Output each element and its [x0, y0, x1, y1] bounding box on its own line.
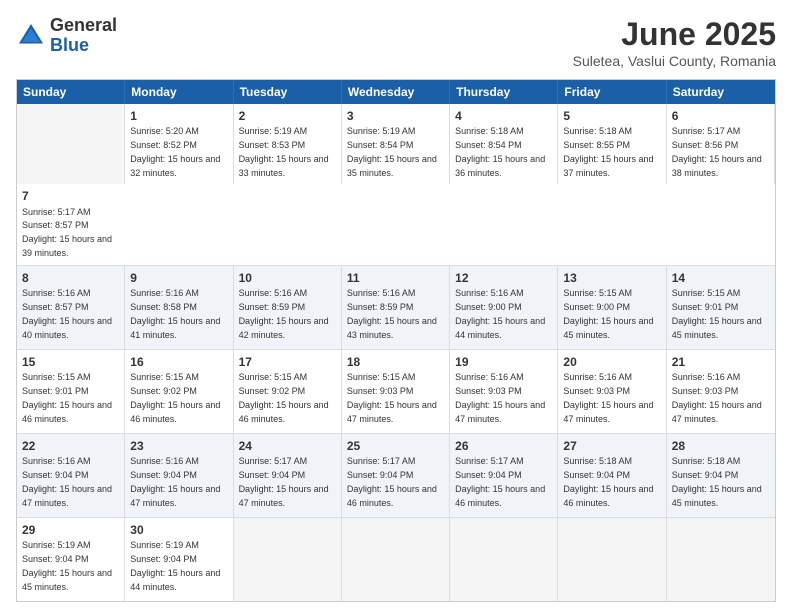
day-22: 22Sunrise: 5:16 AMSunset: 9:04 PMDayligh…: [17, 434, 125, 517]
header-saturday: Saturday: [667, 80, 775, 104]
day-9: 9Sunrise: 5:16 AMSunset: 8:58 PMDaylight…: [125, 266, 233, 349]
day-23: 23Sunrise: 5:16 AMSunset: 9:04 PMDayligh…: [125, 434, 233, 517]
day-empty: [342, 518, 450, 601]
logo-icon: [16, 21, 46, 51]
day-20: 20Sunrise: 5:16 AMSunset: 9:03 PMDayligh…: [558, 350, 666, 433]
header: General Blue June 2025 Suletea, Vaslui C…: [16, 16, 776, 69]
header-monday: Monday: [125, 80, 233, 104]
calendar-row-4: 29Sunrise: 5:19 AMSunset: 9:04 PMDayligh…: [17, 518, 775, 601]
day-28: 28Sunrise: 5:18 AMSunset: 9:04 PMDayligh…: [667, 434, 775, 517]
day-empty: [667, 518, 775, 601]
day-30: 30Sunrise: 5:19 AMSunset: 9:04 PMDayligh…: [125, 518, 233, 601]
day-27: 27Sunrise: 5:18 AMSunset: 9:04 PMDayligh…: [558, 434, 666, 517]
logo-general-text: General: [50, 15, 117, 35]
header-thursday: Thursday: [450, 80, 558, 104]
day-7: 7Sunrise: 5:17 AMSunset: 8:57 PMDaylight…: [17, 184, 125, 264]
header-friday: Friday: [558, 80, 666, 104]
day-empty-sunday: [17, 104, 125, 184]
day-25: 25Sunrise: 5:17 AMSunset: 9:04 PMDayligh…: [342, 434, 450, 517]
day-29: 29Sunrise: 5:19 AMSunset: 9:04 PMDayligh…: [17, 518, 125, 601]
day-5: 5Sunrise: 5:18 AMSunset: 8:55 PMDaylight…: [558, 104, 666, 184]
day-26: 26Sunrise: 5:17 AMSunset: 9:04 PMDayligh…: [450, 434, 558, 517]
day-13: 13Sunrise: 5:15 AMSunset: 9:00 PMDayligh…: [558, 266, 666, 349]
day-4: 4Sunrise: 5:18 AMSunset: 8:54 PMDaylight…: [450, 104, 558, 184]
day-16: 16Sunrise: 5:15 AMSunset: 9:02 PMDayligh…: [125, 350, 233, 433]
day-11: 11Sunrise: 5:16 AMSunset: 8:59 PMDayligh…: [342, 266, 450, 349]
calendar-row-2: 15Sunrise: 5:15 AMSunset: 9:01 PMDayligh…: [17, 350, 775, 434]
month-year: June 2025: [573, 16, 776, 53]
day-10: 10Sunrise: 5:16 AMSunset: 8:59 PMDayligh…: [234, 266, 342, 349]
day-empty: [234, 518, 342, 601]
page: General Blue June 2025 Suletea, Vaslui C…: [0, 0, 792, 612]
day-15: 15Sunrise: 5:15 AMSunset: 9:01 PMDayligh…: [17, 350, 125, 433]
day-2: 2Sunrise: 5:19 AMSunset: 8:53 PMDaylight…: [234, 104, 342, 184]
day-18: 18Sunrise: 5:15 AMSunset: 9:03 PMDayligh…: [342, 350, 450, 433]
calendar-row-3: 22Sunrise: 5:16 AMSunset: 9:04 PMDayligh…: [17, 434, 775, 518]
header-sunday: Sunday: [17, 80, 125, 104]
calendar-body: 1Sunrise: 5:20 AMSunset: 8:52 PMDaylight…: [17, 104, 775, 601]
day-empty: [558, 518, 666, 601]
header-wednesday: Wednesday: [342, 80, 450, 104]
logo-text: General Blue: [50, 16, 117, 56]
day-6: 6Sunrise: 5:17 AMSunset: 8:56 PMDaylight…: [667, 104, 775, 184]
day-21: 21Sunrise: 5:16 AMSunset: 9:03 PMDayligh…: [667, 350, 775, 433]
calendar-row-1: 8Sunrise: 5:16 AMSunset: 8:57 PMDaylight…: [17, 266, 775, 350]
day-empty: [450, 518, 558, 601]
logo: General Blue: [16, 16, 117, 56]
title-block: June 2025 Suletea, Vaslui County, Romani…: [573, 16, 776, 69]
location: Suletea, Vaslui County, Romania: [573, 53, 776, 69]
day-19: 19Sunrise: 5:16 AMSunset: 9:03 PMDayligh…: [450, 350, 558, 433]
day-3: 3Sunrise: 5:19 AMSunset: 8:54 PMDaylight…: [342, 104, 450, 184]
day-24: 24Sunrise: 5:17 AMSunset: 9:04 PMDayligh…: [234, 434, 342, 517]
day-12: 12Sunrise: 5:16 AMSunset: 9:00 PMDayligh…: [450, 266, 558, 349]
header-tuesday: Tuesday: [234, 80, 342, 104]
day-17: 17Sunrise: 5:15 AMSunset: 9:02 PMDayligh…: [234, 350, 342, 433]
day-1: 1Sunrise: 5:20 AMSunset: 8:52 PMDaylight…: [125, 104, 233, 184]
logo-blue-text: Blue: [50, 35, 89, 55]
calendar-row-0: 1Sunrise: 5:20 AMSunset: 8:52 PMDaylight…: [17, 104, 775, 266]
calendar-header: Sunday Monday Tuesday Wednesday Thursday…: [17, 80, 775, 104]
day-8: 8Sunrise: 5:16 AMSunset: 8:57 PMDaylight…: [17, 266, 125, 349]
calendar: Sunday Monday Tuesday Wednesday Thursday…: [16, 79, 776, 602]
day-14: 14Sunrise: 5:15 AMSunset: 9:01 PMDayligh…: [667, 266, 775, 349]
